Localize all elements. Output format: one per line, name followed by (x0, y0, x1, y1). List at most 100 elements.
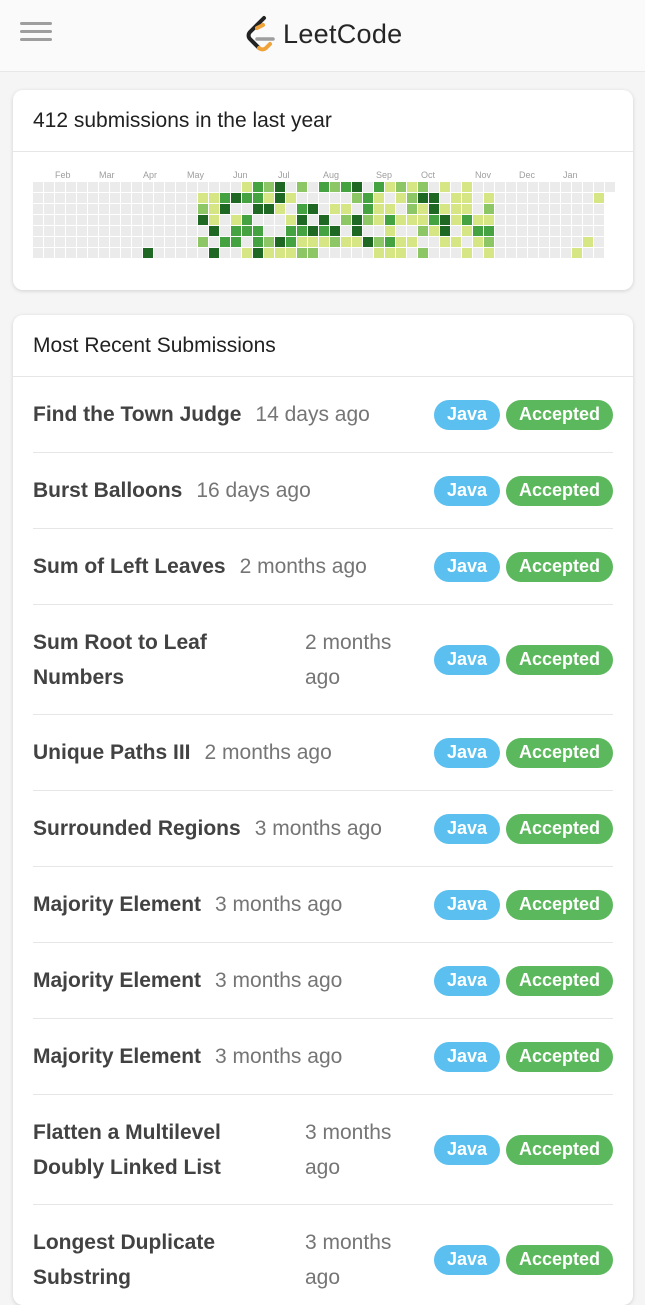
heatmap-cell (352, 237, 362, 247)
heatmap-cell (484, 248, 494, 258)
problem-title[interactable]: Majority Element (33, 963, 201, 998)
heatmap-cell (88, 215, 98, 225)
heatmap-cell (561, 226, 571, 236)
heatmap-cell (231, 215, 241, 225)
submission-row[interactable]: Flatten a Multilevel Doubly Linked List 3… (33, 1095, 613, 1205)
heatmap-cell (253, 215, 263, 225)
heatmap-cell (561, 215, 571, 225)
problem-title[interactable]: Majority Element (33, 887, 201, 922)
heatmap-cell (88, 182, 98, 192)
heatmap-cell (572, 248, 582, 258)
status-badge: Accepted (506, 1244, 613, 1275)
hamburger-menu-icon[interactable] (20, 22, 52, 46)
problem-title[interactable]: Unique Paths III (33, 735, 191, 770)
submission-row[interactable]: Burst Balloons 16 days ago Java Accepted (33, 453, 613, 529)
heatmap-cell (132, 248, 142, 258)
heatmap-cell (363, 204, 373, 214)
status-badge: Accepted (506, 475, 613, 506)
heatmap-cell (110, 204, 120, 214)
heatmap-cell (286, 204, 296, 214)
heatmap-cell (121, 215, 131, 225)
problem-title[interactable]: Flatten a Multilevel Doubly Linked List (33, 1115, 291, 1185)
heatmap-cell (495, 248, 505, 258)
heatmap-cell (77, 193, 87, 203)
heatmap-cell (66, 248, 76, 258)
heatmap-cell (154, 204, 164, 214)
heatmap-cell (99, 193, 109, 203)
heatmap-cell (220, 237, 230, 247)
submission-info: Majority Element 3 months ago (33, 887, 434, 922)
heatmap-cell (407, 182, 417, 192)
language-badge: Java (434, 889, 500, 920)
heatmap-cell (176, 226, 186, 236)
heatmap-cell (484, 226, 494, 236)
heatmap-cell (572, 182, 582, 192)
problem-title[interactable]: Sum of Left Leaves (33, 549, 226, 584)
heatmap-cell (594, 215, 604, 225)
heatmap-cell (44, 248, 54, 258)
heatmap-cell (253, 226, 263, 236)
heatmap-cell (385, 226, 395, 236)
heatmap-cell (286, 226, 296, 236)
submission-row[interactable]: Longest Duplicate Substring 3 months ago J… (33, 1205, 613, 1305)
heatmap-cell (88, 226, 98, 236)
problem-title[interactable]: Longest Duplicate Substring (33, 1225, 291, 1295)
heatmap-cell (352, 215, 362, 225)
submission-row[interactable]: Unique Paths III 2 months ago Java Accepted (33, 715, 613, 791)
heatmap-cell (528, 248, 538, 258)
heatmap-cell (231, 226, 241, 236)
problem-title[interactable]: Surrounded Regions (33, 811, 241, 846)
heatmap-cell (220, 182, 230, 192)
heatmap-cell (517, 193, 527, 203)
heatmap-cell (451, 204, 461, 214)
heatmap-cell (286, 215, 296, 225)
heatmap-cell (275, 237, 285, 247)
heatmap-cell (495, 215, 505, 225)
problem-title[interactable]: Majority Element (33, 1039, 201, 1074)
heatmap-cell (220, 248, 230, 258)
heatmap-cell (352, 204, 362, 214)
heatmap-cell (77, 237, 87, 247)
status-badge: Accepted (506, 813, 613, 844)
heatmap-cell (297, 237, 307, 247)
submission-info: Sum of Left Leaves 2 months ago (33, 549, 434, 584)
heatmap-cell (165, 204, 175, 214)
heatmap-cell (209, 204, 219, 214)
problem-title[interactable]: Burst Balloons (33, 473, 182, 508)
heatmap-cell (176, 193, 186, 203)
heatmap-cell (33, 193, 43, 203)
heatmap-cell (143, 204, 153, 214)
problem-title[interactable]: Find the Town Judge (33, 397, 241, 432)
submission-time: 3 months ago (305, 1230, 392, 1289)
submission-row[interactable]: Sum of Left Leaves 2 months ago Java Accept… (33, 529, 613, 605)
problem-title[interactable]: Sum Root to Leaf Numbers (33, 625, 291, 695)
heatmap-cell (473, 182, 483, 192)
heatmap-cell (319, 193, 329, 203)
status-badge: Accepted (506, 644, 613, 675)
heatmap-cell (154, 248, 164, 258)
heatmap-cell (297, 193, 307, 203)
heatmap-cell (517, 237, 527, 247)
heatmap-cell (341, 237, 351, 247)
heatmap-cell (440, 204, 450, 214)
brand-logo[interactable]: LeetCode (243, 14, 403, 54)
heatmap-cell (264, 248, 274, 258)
submission-row[interactable]: Majority Element 3 months ago Java Accepted (33, 867, 613, 943)
heatmap-cell (286, 237, 296, 247)
heatmap-cell (440, 248, 450, 258)
submission-row[interactable]: Find the Town Judge 14 days ago Java Accept… (33, 377, 613, 453)
submission-time: 2 months ago (305, 630, 392, 689)
heatmap-cell (506, 248, 516, 258)
heatmap-cell (517, 215, 527, 225)
heatmap-cell (451, 182, 461, 192)
submission-row[interactable]: Sum Root to Leaf Numbers 2 months ago Java… (33, 605, 613, 715)
submission-row[interactable]: Majority Element 3 months ago Java Accepted (33, 1019, 613, 1095)
submission-row[interactable]: Surrounded Regions 3 months ago Java Accept… (33, 791, 613, 867)
heatmap-cell (242, 204, 252, 214)
submission-row[interactable]: Majority Element 3 months ago Java Accepted (33, 943, 613, 1019)
status-badge: Accepted (506, 965, 613, 996)
heatmap-cell (44, 226, 54, 236)
submission-time: 3 months ago (254, 817, 382, 840)
heatmap-cell (440, 237, 450, 247)
month-label: Jul (278, 170, 290, 180)
